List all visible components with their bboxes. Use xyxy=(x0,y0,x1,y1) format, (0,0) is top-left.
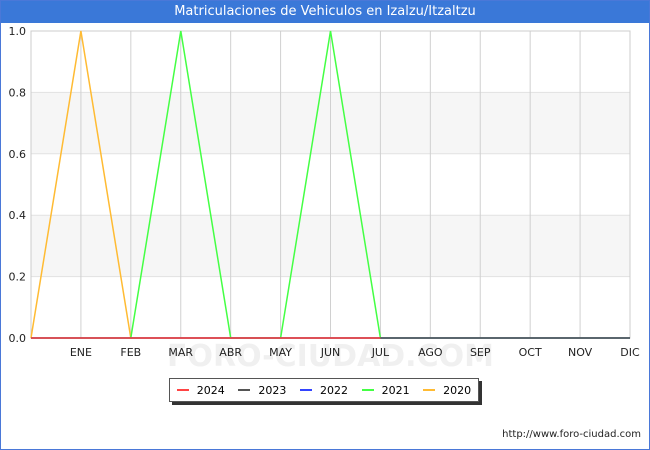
legend-label: 2023 xyxy=(258,383,287,397)
legend-label: 2020 xyxy=(443,383,472,397)
legend-swatch xyxy=(299,389,312,391)
x-tick-label: JUN xyxy=(320,346,341,359)
y-tick-label: 0.2 xyxy=(9,271,27,284)
legend-swatch xyxy=(238,389,251,391)
y-tick-label: 0.8 xyxy=(9,86,27,99)
x-tick-label: MAY xyxy=(269,346,292,359)
x-tick-label: MAR xyxy=(168,346,193,359)
x-tick-label: NOV xyxy=(568,346,593,359)
y-tick-label: 0.4 xyxy=(9,209,27,222)
x-tick-label: ENE xyxy=(70,346,92,359)
legend-swatch xyxy=(361,389,374,391)
legend-item-2024: 2024 xyxy=(176,383,225,397)
legend-label: 2022 xyxy=(319,383,348,397)
x-tick-label: AGO xyxy=(418,346,443,359)
legend-swatch xyxy=(423,389,436,391)
x-tick-label: SEP xyxy=(470,346,491,359)
legend-swatch xyxy=(176,389,189,391)
x-tick-label: FEB xyxy=(120,346,141,359)
x-tick-label: OCT xyxy=(519,346,542,359)
x-tick-label: ABR xyxy=(219,346,242,359)
legend-label: 2024 xyxy=(196,383,225,397)
legend-item-2021: 2021 xyxy=(361,383,410,397)
x-tick-label: JUL xyxy=(371,346,390,359)
x-tick-label: DIC xyxy=(620,346,640,359)
y-tick-label: 1.0 xyxy=(9,25,27,38)
legend-label: 2021 xyxy=(381,383,410,397)
legend-item-2020: 2020 xyxy=(423,384,471,397)
y-tick-label: 0.6 xyxy=(9,148,27,161)
legend-item-2022: 2022 xyxy=(299,383,348,397)
chart-legend: 2024 2023 2022 2021 2020 xyxy=(169,378,479,402)
y-tick-label: 0.0 xyxy=(9,332,27,345)
footer-url[interactable]: http://www.foro-ciudad.com xyxy=(502,429,641,440)
legend-item-2023: 2023 xyxy=(238,384,286,397)
